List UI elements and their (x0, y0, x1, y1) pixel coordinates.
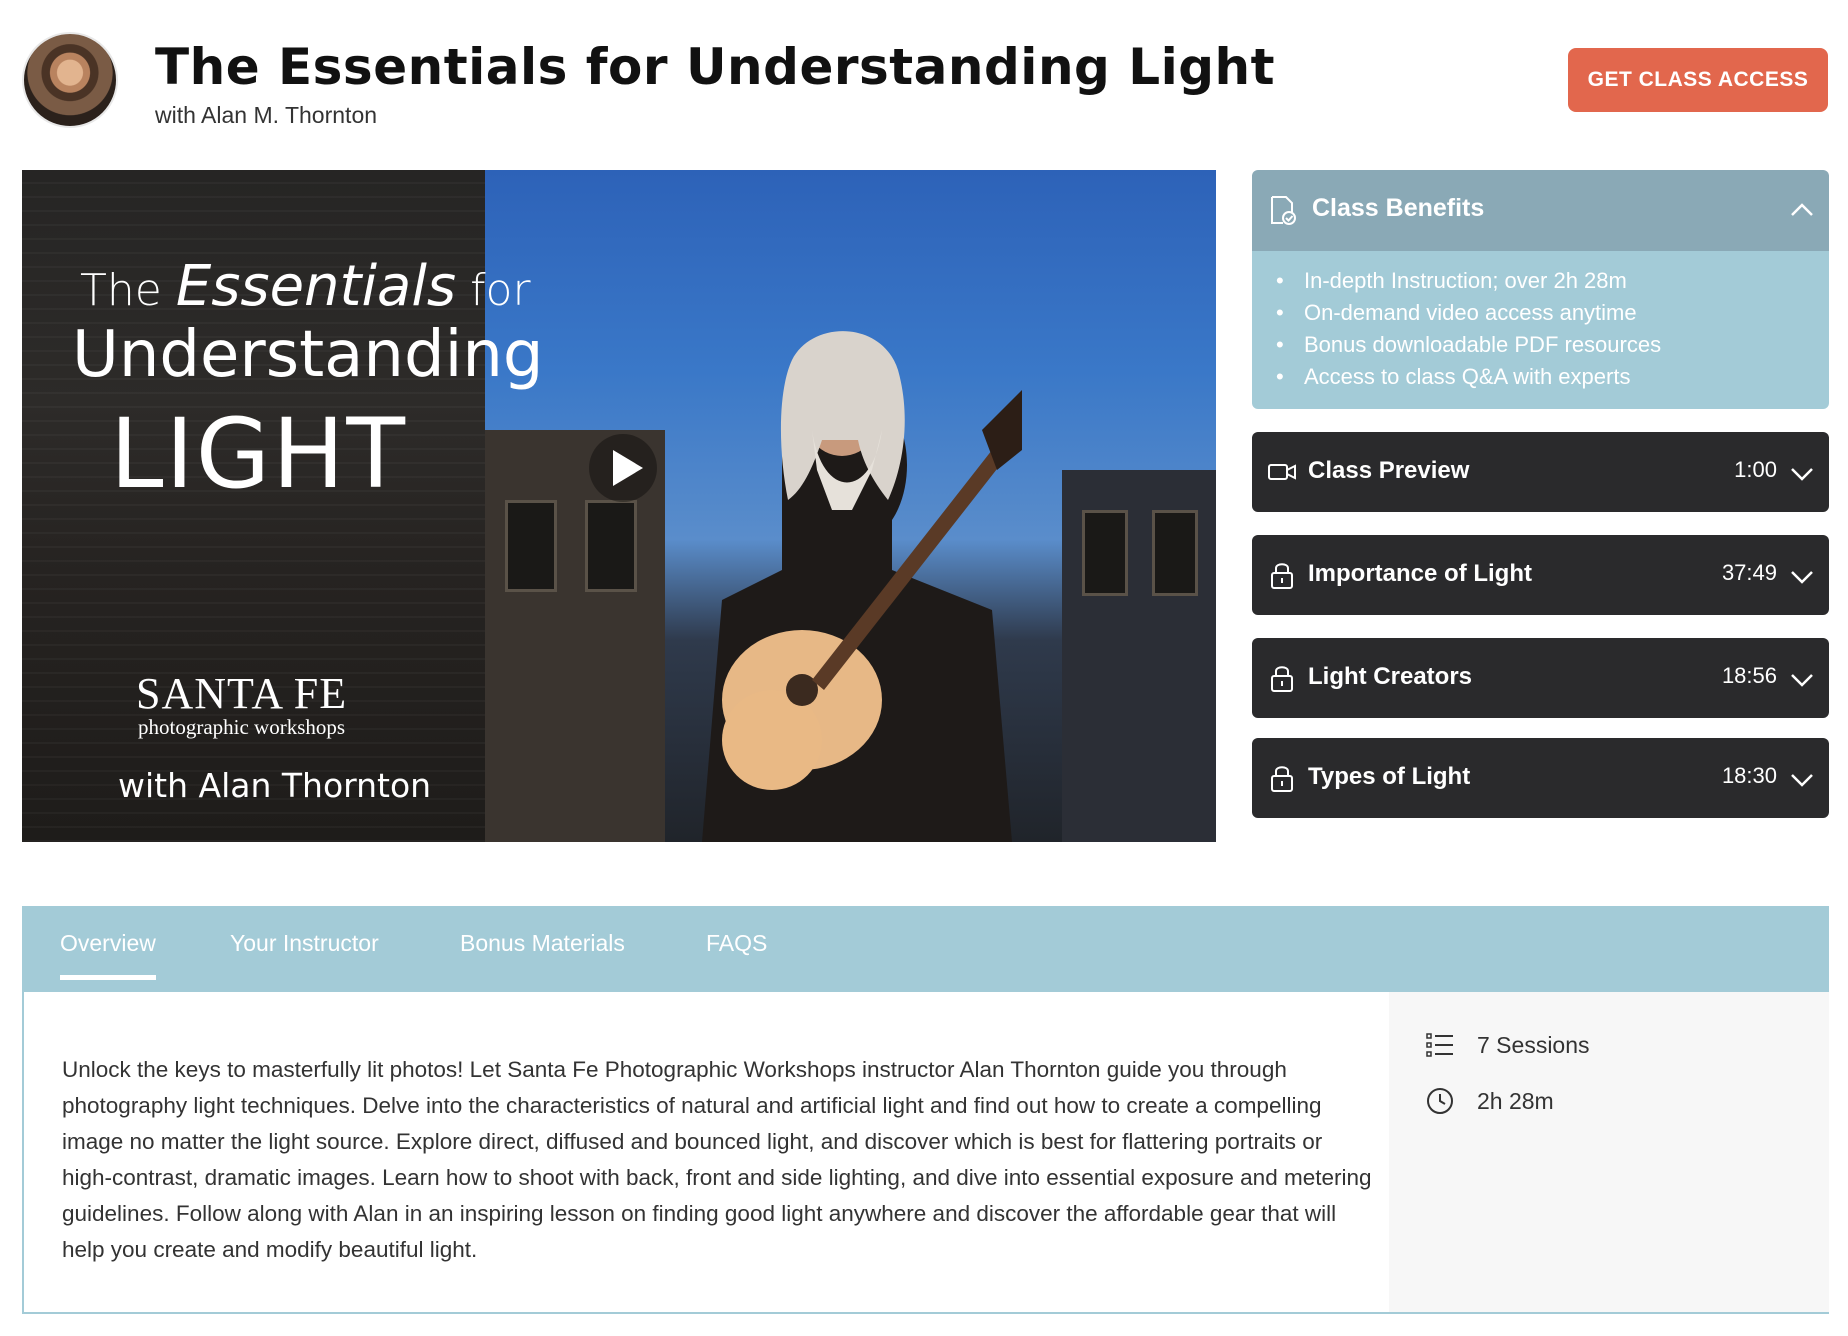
chevron-down-icon[interactable] (1789, 766, 1815, 792)
class-description: Unlock the keys to masterfully lit photo… (62, 1057, 1372, 1262)
tab-your-instructor[interactable]: Your Instructor (230, 930, 379, 957)
benefits-document-icon (1271, 196, 1296, 225)
video-overlay-title-line2: Understanding (72, 318, 544, 392)
session-types-of-light[interactable]: Types of Light 18:30 (1252, 738, 1829, 818)
tab-faqs[interactable]: FAQS (706, 930, 767, 957)
guitarist-illustration (702, 331, 1022, 842)
sessions-count: 7 Sessions (1477, 1031, 1590, 1058)
video-overlay-title-line3: LIGHT (110, 398, 408, 510)
session-duration: 37:49 (1721, 560, 1777, 585)
session-class-preview[interactable]: Class Preview 1:00 (1252, 432, 1829, 512)
instructor-subtitle: with Alan M. Thornton (155, 102, 378, 128)
session-duration: 18:56 (1721, 663, 1777, 688)
building-right (1062, 470, 1216, 842)
class-video-player[interactable]: The Essentials for Understanding LIGHT S… (22, 170, 1216, 842)
class-benefits-list: In-depth Instruction; over 2h 28m On-dem… (1252, 251, 1829, 409)
get-class-access-button[interactable]: GET CLASS ACCESS (1568, 48, 1828, 112)
class-header: The Essentials for Understanding Light w… (0, 0, 1848, 150)
lock-icon (1271, 766, 1293, 792)
video-overlay-instructor: with Alan Thornton (118, 766, 432, 805)
session-label: Types of Light (1308, 763, 1471, 790)
total-duration: 2h 28m (1477, 1087, 1554, 1114)
chevron-down-icon[interactable] (1789, 460, 1815, 486)
overview-panel: Unlock the keys to masterfully lit photo… (22, 992, 1829, 1314)
play-icon[interactable] (587, 432, 659, 504)
lock-icon (1271, 666, 1293, 692)
tab-overview[interactable]: Overview (60, 930, 156, 980)
lock-icon (1271, 563, 1293, 589)
duration-stat: 2h 28m (1425, 1086, 1554, 1116)
video-overlay-title-line1: The Essentials for (80, 254, 531, 319)
video-overlay-brand: SANTA FE (136, 669, 348, 718)
instructor-avatar (22, 32, 118, 128)
session-duration: 18:30 (1721, 763, 1777, 788)
list-icon (1426, 1033, 1453, 1057)
session-label: Class Preview (1308, 457, 1470, 484)
tab-bonus-materials[interactable]: Bonus Materials (460, 930, 625, 957)
benefit-item: Bonus downloadable PDF resources (1276, 329, 1661, 361)
chevron-down-icon[interactable] (1789, 666, 1815, 692)
chevron-up-icon[interactable] (1789, 198, 1815, 224)
benefit-item: In-depth Instruction; over 2h 28m (1276, 265, 1661, 297)
page-title: The Essentials for Understanding Light (155, 38, 1276, 96)
session-duration: 1:00 (1734, 457, 1777, 482)
session-light-creators[interactable]: Light Creators 18:56 (1252, 638, 1829, 718)
session-importance-of-light[interactable]: Importance of Light 37:49 (1252, 535, 1829, 615)
video-overlay-brand-sub: photographic workshops (138, 715, 346, 739)
session-label: Light Creators (1308, 663, 1473, 690)
clock-icon (1427, 1088, 1453, 1114)
chevron-down-icon[interactable] (1789, 563, 1815, 589)
class-benefits-title: Class Benefits (1312, 194, 1485, 222)
class-stats: 7 Sessions 2h 28m (1389, 992, 1829, 1312)
class-tabs: Overview Your Instructor Bonus Materials… (22, 906, 1829, 992)
sessions-stat: 7 Sessions (1425, 1030, 1590, 1060)
class-benefits-header[interactable]: Class Benefits (1252, 170, 1829, 251)
benefit-item: Access to class Q&A with experts (1276, 361, 1661, 393)
video-camera-icon (1268, 464, 1296, 480)
benefit-item: On-demand video access anytime (1276, 297, 1661, 329)
session-label: Importance of Light (1308, 560, 1532, 587)
